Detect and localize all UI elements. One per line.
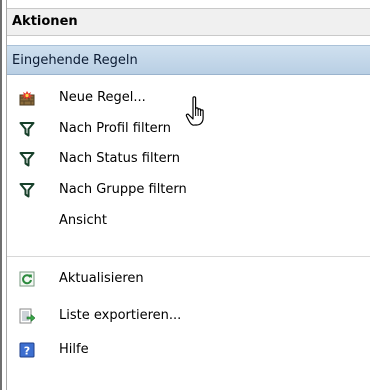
action-label: Nach Status filtern (59, 151, 181, 166)
action-label: Nach Gruppe filtern (59, 182, 187, 197)
action-filter-by-group[interactable]: Nach Gruppe filtern (7, 175, 370, 205)
action-view[interactable]: Ansicht (7, 206, 370, 236)
filter-icon (19, 122, 35, 137)
actions-section-header[interactable]: Aktionen (7, 8, 370, 36)
actions-pane: Aktionen Eingehende Regeln Neue Regel...… (0, 0, 370, 390)
pane-border-outer (0, 0, 2, 390)
action-filter-by-status[interactable]: Nach Status filtern (7, 144, 370, 174)
help-icon: ? (19, 342, 35, 358)
action-help[interactable]: ? Hilfe (7, 335, 370, 365)
action-label: Hilfe (59, 342, 89, 357)
filter-icon (19, 183, 35, 198)
group-header-label: Eingehende Regeln (12, 53, 138, 68)
new-rule-icon (19, 91, 35, 106)
action-label: Aktualisieren (59, 271, 144, 286)
filter-icon (19, 152, 35, 167)
svg-text:?: ? (24, 345, 30, 358)
actions-title: Aktionen (12, 14, 78, 29)
action-refresh[interactable]: Aktualisieren (7, 264, 370, 294)
hand-cursor-icon (185, 96, 204, 126)
menu-divider (7, 256, 370, 257)
action-label: Ansicht (59, 213, 108, 228)
refresh-icon (19, 271, 35, 287)
action-label: Nach Profil filtern (59, 121, 172, 136)
action-export-list[interactable]: Liste exportieren... (7, 301, 370, 331)
export-list-icon (19, 308, 35, 324)
action-label: Liste exportieren... (59, 308, 182, 323)
action-label: Neue Regel... (59, 90, 146, 105)
group-header-incoming-rules[interactable]: Eingehende Regeln (7, 45, 370, 75)
